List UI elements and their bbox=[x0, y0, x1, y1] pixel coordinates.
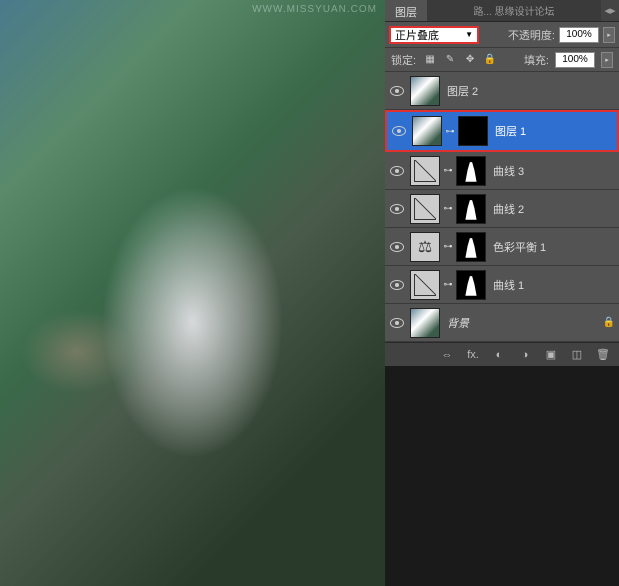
add-mask-icon[interactable]: ◐ bbox=[491, 347, 507, 363]
opacity-label: 不透明度: bbox=[508, 27, 555, 43]
blend-opacity-row: 正片叠底 ▼ 不透明度: 100% ▸ bbox=[385, 22, 619, 48]
layer-name-label: 曲线 1 bbox=[493, 277, 524, 293]
lock-position-icon[interactable]: ✥ bbox=[462, 52, 478, 68]
panel-collapse-icon[interactable]: ◂▸ bbox=[601, 0, 619, 21]
mask-link-icon[interactable]: ⊶ bbox=[443, 165, 453, 176]
panel-footer: ⇔ fx. ◐ ◑ ▣ ◫ 🗑 bbox=[385, 342, 619, 366]
eye-icon[interactable] bbox=[392, 126, 406, 136]
eye-icon[interactable] bbox=[390, 86, 404, 96]
layer-thumbnail[interactable] bbox=[412, 116, 442, 146]
watermark-text: WWW.MISSYUAN.COM bbox=[252, 4, 377, 15]
layer-row[interactable]: 背景 🔒 bbox=[385, 304, 619, 342]
fill-label: 填充: bbox=[524, 52, 549, 68]
lock-all-icon[interactable]: 🔒 bbox=[482, 52, 498, 68]
layer-name-label: 曲线 3 bbox=[493, 163, 524, 179]
eye-icon[interactable] bbox=[390, 166, 404, 176]
layer-row[interactable]: ⊶ 曲线 1 bbox=[385, 266, 619, 304]
mask-link-icon[interactable]: ⊶ bbox=[443, 241, 453, 252]
tab-layers[interactable]: 图层 bbox=[385, 0, 427, 21]
trash-icon[interactable]: 🗑 bbox=[595, 347, 611, 363]
layer-mask-thumbnail[interactable] bbox=[456, 232, 486, 262]
blend-mode-value: 正片叠底 bbox=[395, 27, 439, 43]
eye-icon[interactable] bbox=[390, 242, 404, 252]
canvas-image bbox=[0, 0, 385, 586]
new-layer-icon[interactable]: ◫ bbox=[569, 347, 585, 363]
layer-thumbnail[interactable] bbox=[410, 76, 440, 106]
layer-name-label: 图层 1 bbox=[495, 123, 526, 139]
lock-label: 锁定: bbox=[391, 52, 416, 68]
layers-list: 图层 2 ⊶ 图层 1 ⊶ 曲线 3 ⊶ 曲线 2 ⚖ ⊶ bbox=[385, 72, 619, 342]
adjustment-thumbnail[interactable] bbox=[410, 156, 440, 186]
mask-link-icon[interactable]: ⊶ bbox=[443, 279, 453, 290]
layer-name-label: 色彩平衡 1 bbox=[493, 239, 546, 255]
opacity-input[interactable]: 100% bbox=[559, 27, 599, 43]
mask-link-icon[interactable]: ⊶ bbox=[445, 126, 455, 137]
layer-row[interactable]: ⚖ ⊶ 色彩平衡 1 bbox=[385, 228, 619, 266]
eye-icon[interactable] bbox=[390, 318, 404, 328]
layer-mask-thumbnail[interactable] bbox=[456, 270, 486, 300]
fill-input[interactable]: 100% bbox=[555, 52, 595, 68]
link-layers-icon[interactable]: ⇔ bbox=[439, 347, 455, 363]
lock-transparency-icon[interactable]: ▦ bbox=[422, 52, 438, 68]
layer-row[interactable]: 图层 2 bbox=[385, 72, 619, 110]
lock-icon: 🔒 bbox=[601, 315, 617, 331]
layer-mask-thumbnail[interactable] bbox=[456, 194, 486, 224]
layer-name-label: 图层 2 bbox=[447, 83, 478, 99]
layer-row[interactable]: ⊶ 曲线 2 bbox=[385, 190, 619, 228]
layer-row[interactable]: ⊶ 曲线 3 bbox=[385, 152, 619, 190]
lock-icon-group: ▦ ✎ ✥ 🔒 bbox=[422, 52, 498, 68]
adjustment-thumbnail[interactable]: ⚖ bbox=[410, 232, 440, 262]
layer-mask-thumbnail[interactable] bbox=[458, 116, 488, 146]
adjustment-layer-icon[interactable]: ◑ bbox=[517, 347, 533, 363]
eye-icon[interactable] bbox=[390, 204, 404, 214]
fx-icon[interactable]: fx. bbox=[465, 347, 481, 363]
opacity-stepper[interactable]: ▸ bbox=[603, 27, 615, 43]
lock-pixels-icon[interactable]: ✎ bbox=[442, 52, 458, 68]
layers-panel: 图层 路... 思缘设计论坛 ◂▸ 正片叠底 ▼ 不透明度: 100% ▸ 锁定… bbox=[385, 0, 619, 366]
layer-name-label: 背景 bbox=[447, 315, 469, 331]
mask-link-icon[interactable]: ⊶ bbox=[443, 203, 453, 214]
group-icon[interactable]: ▣ bbox=[543, 347, 559, 363]
tab-other[interactable]: 路... 思缘设计论坛 bbox=[427, 0, 601, 21]
fill-stepper[interactable]: ▸ bbox=[601, 52, 613, 68]
adjustment-thumbnail[interactable] bbox=[410, 270, 440, 300]
blend-mode-select[interactable]: 正片叠底 ▼ bbox=[389, 26, 479, 44]
layer-thumbnail[interactable] bbox=[410, 308, 440, 338]
adjustment-thumbnail[interactable] bbox=[410, 194, 440, 224]
layer-name-label: 曲线 2 bbox=[493, 201, 524, 217]
layer-row-selected[interactable]: ⊶ 图层 1 bbox=[385, 110, 619, 152]
eye-icon[interactable] bbox=[390, 280, 404, 290]
panel-tab-bar: 图层 路... 思缘设计论坛 ◂▸ bbox=[385, 0, 619, 22]
chevron-down-icon: ▼ bbox=[465, 30, 473, 39]
document-canvas[interactable]: WWW.MISSYUAN.COM bbox=[0, 0, 385, 586]
lock-fill-row: 锁定: ▦ ✎ ✥ 🔒 填充: 100% ▸ bbox=[385, 48, 619, 72]
layer-mask-thumbnail[interactable] bbox=[456, 156, 486, 186]
